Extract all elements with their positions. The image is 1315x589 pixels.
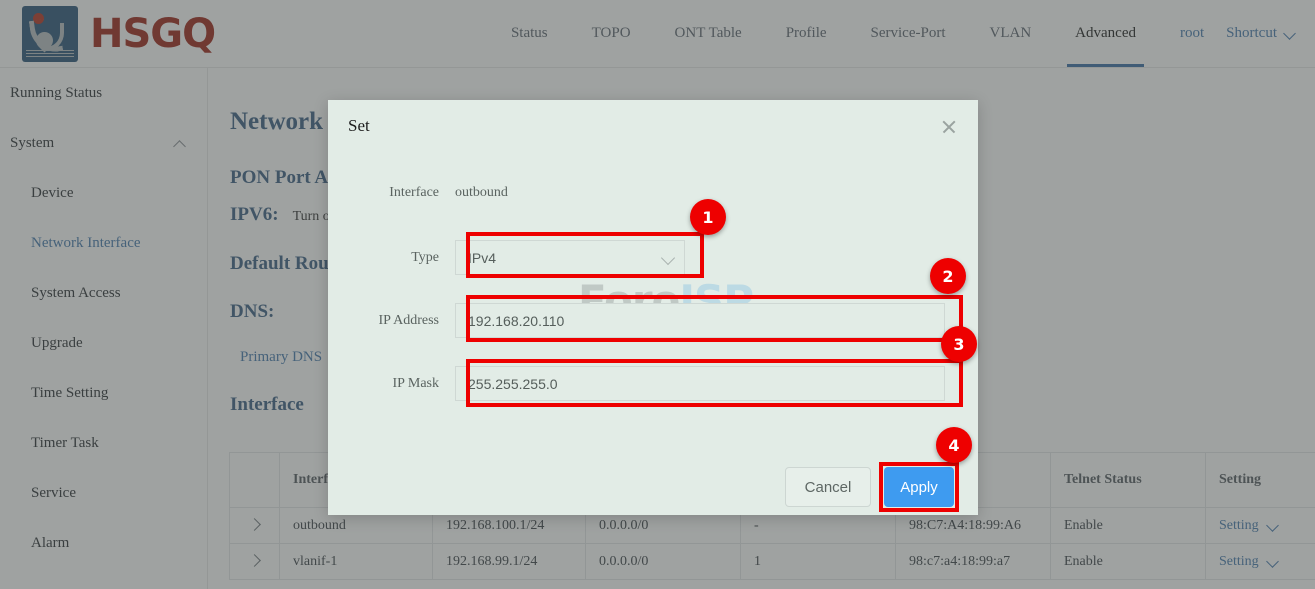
apply-button[interactable]: Apply xyxy=(884,467,954,507)
application-root: HSGQ Status TOPO ONT Table Profile Servi… xyxy=(0,0,1315,589)
type-select-wrapper[interactable] xyxy=(455,240,685,275)
ip-mask-input[interactable] xyxy=(455,366,945,401)
annotation-badge-4: 4 xyxy=(936,427,972,463)
annotation-badge-1: 1 xyxy=(690,199,726,235)
dialog-title: Set xyxy=(348,116,370,136)
annotation-badge-3: 3 xyxy=(941,326,977,362)
ip-address-field-row: IP Address xyxy=(328,303,978,338)
ip-address-input[interactable] xyxy=(455,303,945,338)
close-icon[interactable] xyxy=(938,116,960,138)
annotation-badge-2: 2 xyxy=(930,258,966,294)
type-field-row: Type xyxy=(328,240,978,275)
ip-mask-field-row: IP Mask xyxy=(328,366,978,401)
interface-field-row: Interface outbound xyxy=(328,185,978,201)
type-field-label: Type xyxy=(328,250,455,266)
interface-field-label: Interface xyxy=(328,185,455,201)
ip-mask-field-label: IP Mask xyxy=(328,376,455,392)
ip-address-input-wrapper xyxy=(455,303,945,338)
type-select[interactable] xyxy=(455,240,685,275)
ip-mask-input-wrapper xyxy=(455,366,945,401)
set-interface-dialog: Set ForoISP Interface outbound Type IP A… xyxy=(328,100,978,515)
ip-address-field-label: IP Address xyxy=(328,313,455,329)
cancel-button[interactable]: Cancel xyxy=(785,467,871,507)
interface-field-value: outbound xyxy=(455,185,508,201)
